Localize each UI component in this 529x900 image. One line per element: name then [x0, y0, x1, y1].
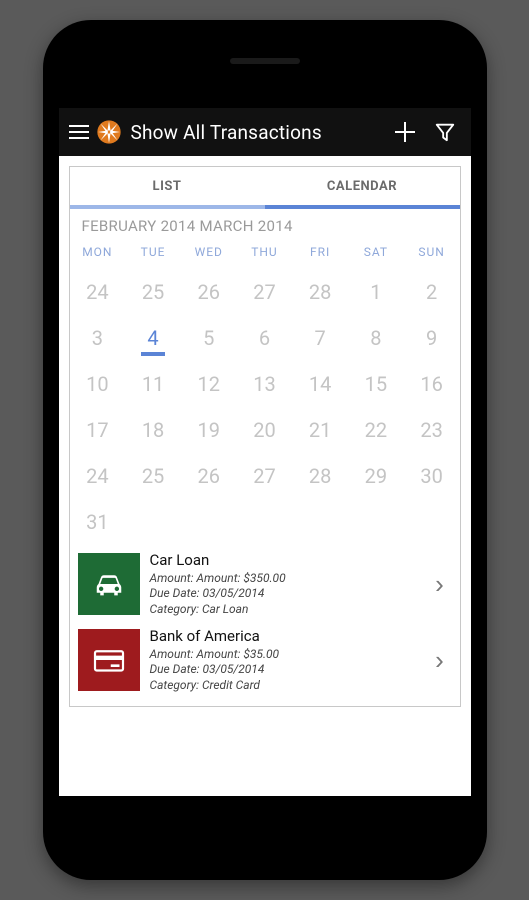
calendar-day[interactable]: 28: [292, 453, 348, 499]
status-bar: [59, 88, 471, 108]
calendar-day[interactable]: 8: [348, 315, 404, 361]
calendar-day[interactable]: 3: [70, 315, 126, 361]
calendar-day: [348, 499, 404, 545]
calendar-day-header: SUN: [404, 239, 460, 269]
calendar-day[interactable]: 24: [70, 453, 126, 499]
transaction-amount: Amount: Amount: $350.00: [150, 571, 426, 587]
transaction-title: Car Loan: [150, 551, 426, 571]
calendar-day[interactable]: 28: [292, 269, 348, 315]
calendar-day[interactable]: 19: [181, 407, 237, 453]
calendar-day[interactable]: 6: [237, 315, 293, 361]
tab-list[interactable]: LIST: [70, 167, 265, 209]
transaction-details: Bank of AmericaAmount: Amount: $35.00Due…: [150, 627, 426, 693]
phone-screen: Show All Transactions LIST CALENDAR FEBR…: [59, 88, 471, 796]
chevron-right-icon[interactable]: ›: [426, 645, 454, 676]
action-bar: Show All Transactions: [59, 108, 471, 156]
transaction-category: Category: Car Loan: [150, 602, 426, 618]
calendar-day[interactable]: 30: [404, 453, 460, 499]
calendar-day[interactable]: 24: [70, 269, 126, 315]
calendar-day[interactable]: 5: [181, 315, 237, 361]
phone-speaker: [230, 58, 300, 64]
calendar-day[interactable]: 25: [125, 269, 181, 315]
transaction-row[interactable]: Bank of AmericaAmount: Amount: $35.00Due…: [70, 621, 460, 697]
month-label: FEBRUARY 2014 MARCH 2014: [70, 209, 460, 239]
transaction-due-date: Due Date: 03/05/2014: [150, 662, 426, 678]
calendar-day[interactable]: 27: [237, 453, 293, 499]
calendar-day-header: SAT: [348, 239, 404, 269]
chevron-right-icon[interactable]: ›: [426, 569, 454, 600]
calendar-day[interactable]: 23: [404, 407, 460, 453]
view-tabs: LIST CALENDAR: [70, 167, 460, 209]
plus-icon: [395, 122, 415, 142]
calendar-day[interactable]: 26: [181, 453, 237, 499]
calendar-day[interactable]: 9: [404, 315, 460, 361]
page-title: Show All Transactions: [131, 121, 385, 144]
calendar-day[interactable]: 7: [292, 315, 348, 361]
calendar-day[interactable]: 16: [404, 361, 460, 407]
calendar-day: [237, 499, 293, 545]
calendar-day[interactable]: 29: [348, 453, 404, 499]
transaction-category: Category: Credit Card: [150, 678, 426, 694]
calendar-day: [292, 499, 348, 545]
filter-icon: [434, 121, 456, 143]
calendar-day-header: FRI: [292, 239, 348, 269]
calendar-day[interactable]: 21: [292, 407, 348, 453]
calendar-day: [404, 499, 460, 545]
menu-icon[interactable]: [69, 125, 89, 139]
app-icon: [95, 118, 123, 146]
add-button[interactable]: [385, 122, 425, 142]
filter-button[interactable]: [425, 121, 465, 143]
transaction-row[interactable]: Car LoanAmount: Amount: $350.00Due Date:…: [70, 545, 460, 621]
calendar-day[interactable]: 20: [237, 407, 293, 453]
calendar-day-header: MON: [70, 239, 126, 269]
calendar-day-header: WED: [181, 239, 237, 269]
car-icon: [78, 553, 140, 615]
credit-card-icon: [78, 629, 140, 691]
calendar-day-header: THU: [237, 239, 293, 269]
calendar-day[interactable]: 18: [125, 407, 181, 453]
calendar-day[interactable]: 15: [348, 361, 404, 407]
calendar-day: [181, 499, 237, 545]
calendar-day[interactable]: 2: [404, 269, 460, 315]
calendar-day[interactable]: 27: [237, 269, 293, 315]
calendar-day[interactable]: 14: [292, 361, 348, 407]
transaction-amount: Amount: Amount: $35.00: [150, 647, 426, 663]
calendar-day[interactable]: 12: [181, 361, 237, 407]
tab-calendar[interactable]: CALENDAR: [265, 167, 460, 209]
calendar-day[interactable]: 1: [348, 269, 404, 315]
transaction-due-date: Due Date: 03/05/2014: [150, 586, 426, 602]
calendar-day[interactable]: 4: [125, 315, 181, 361]
calendar-day[interactable]: 31: [70, 499, 126, 545]
calendar-day[interactable]: 10: [70, 361, 126, 407]
calendar-day[interactable]: 17: [70, 407, 126, 453]
calendar-day[interactable]: 25: [125, 453, 181, 499]
calendar-day-header: TUE: [125, 239, 181, 269]
transaction-details: Car LoanAmount: Amount: $350.00Due Date:…: [150, 551, 426, 617]
calendar-grid: MONTUEWEDTHUFRISATSUN 242526272812345678…: [70, 239, 460, 545]
content-card: LIST CALENDAR FEBRUARY 2014 MARCH 2014 M…: [69, 166, 461, 707]
calendar-day[interactable]: 11: [125, 361, 181, 407]
calendar-day[interactable]: 26: [181, 269, 237, 315]
calendar-day[interactable]: 13: [237, 361, 293, 407]
calendar-day: [125, 499, 181, 545]
transaction-title: Bank of America: [150, 627, 426, 647]
phone-frame: Show All Transactions LIST CALENDAR FEBR…: [43, 20, 487, 880]
calendar-day[interactable]: 22: [348, 407, 404, 453]
